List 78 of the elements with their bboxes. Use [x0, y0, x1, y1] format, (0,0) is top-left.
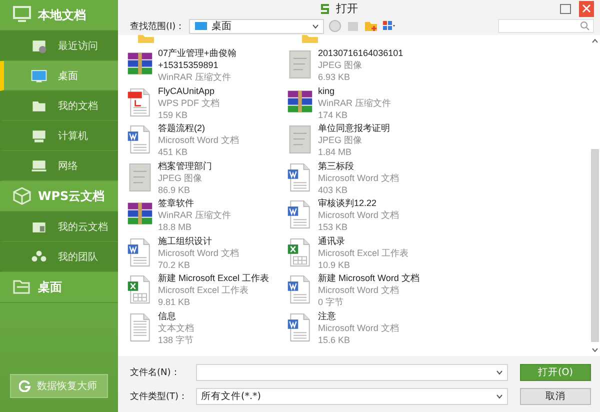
file-name[interactable]: king — [318, 84, 444, 96]
file-name[interactable]: 单位同意报考证明 — [318, 122, 444, 134]
close-button[interactable] — [579, 0, 594, 16]
file-size: 86.9 KB — [158, 184, 192, 196]
dropdown-caret-icon — [312, 24, 319, 28]
sidebar-item[interactable]: 我的团队 — [0, 242, 118, 272]
file-name[interactable]: 新建 Microsoft Excel 工作表 — [158, 272, 284, 284]
file-type: Microsoft Word 文档 — [318, 209, 400, 221]
maximize-button[interactable] — [560, 4, 571, 14]
sidebar-item[interactable]: 我的云文档 — [0, 212, 118, 242]
file-size: 18.8 MB — [158, 221, 193, 233]
dropdown-caret-icon — [496, 370, 503, 374]
file-name[interactable]: 档案管理部门 — [158, 160, 284, 172]
file-type: JPEG 图像 — [158, 172, 204, 184]
file-size: 6.93 KB — [318, 71, 352, 83]
sidebar-item[interactable]: 我的文档 — [0, 91, 118, 121]
file-size: 1.84 MB — [318, 146, 353, 158]
file-type: JPEG 图像 — [318, 59, 364, 71]
file-name[interactable]: 信息 — [158, 310, 284, 322]
window-title: 打开 — [336, 1, 358, 16]
cube-icon — [12, 186, 32, 206]
file-type-dropdown[interactable]: 所有文件(*.*) — [196, 388, 508, 404]
cancel-button[interactable]: 取消 — [520, 388, 591, 404]
file-name[interactable]: 07产业管理+曲俊翰+15315359891 — [158, 47, 284, 71]
file-name[interactable]: 20130716164036101 — [318, 47, 444, 59]
file-type: Microsoft Word 文档 — [318, 322, 400, 334]
file-size: 70.2 KB — [158, 258, 192, 270]
file-name[interactable]: 注意 — [318, 310, 444, 322]
dropdown-caret-icon — [496, 394, 503, 398]
file-name-label: 文件名(N)： — [130, 366, 181, 378]
file-type: Microsoft Word 文档 — [158, 134, 240, 146]
file-name[interactable]: 签章软件 — [158, 197, 284, 209]
file-type: WinRAR 压缩文件 — [158, 71, 232, 83]
file-name[interactable]: 答题流程(2) — [158, 122, 284, 134]
file-type: Microsoft Word 文档 — [318, 172, 400, 184]
look-in-dropdown[interactable]: 桌面 — [188, 18, 324, 34]
file-type: Microsoft Excel 工作表 — [158, 284, 250, 296]
file-size: 10.9 KB — [318, 258, 352, 270]
file-name[interactable]: 施工组织设计 — [158, 234, 284, 246]
file-size: 15.6 KB — [318, 334, 352, 346]
app-logo-icon — [320, 2, 330, 14]
file-type: WinRAR 压缩文件 — [318, 96, 392, 108]
file-size: 9.81 KB — [158, 296, 192, 308]
sidebar-item[interactable]: 计算机 — [0, 121, 118, 151]
file-size: 159 KB — [158, 108, 189, 120]
look-in-label: 查找范围(I)： — [130, 20, 185, 32]
file-name[interactable]: 通讯录 — [318, 234, 444, 246]
desktop-icon — [194, 19, 208, 33]
file-type: Microsoft Word 文档 — [158, 246, 240, 258]
file-type: WPS PDF 文档 — [158, 96, 221, 108]
search-field[interactable] — [498, 19, 594, 33]
file-size: 138 字节 — [158, 334, 195, 346]
search-icon — [580, 21, 590, 31]
file-size: 153 KB — [318, 221, 349, 233]
monitor-icon — [12, 5, 32, 25]
file-size: 451 KB — [158, 146, 189, 158]
view-menu-icon[interactable] — [382, 19, 396, 33]
file-type: Microsoft Word 文档 — [318, 284, 400, 296]
file-type-label: 文件类型(T)： — [130, 390, 189, 402]
scroll-down-icon[interactable] — [592, 347, 598, 353]
recovery-logo-icon — [19, 380, 31, 392]
file-type: WinRAR 压缩文件 — [158, 209, 232, 221]
file-type: JPEG 图像 — [318, 134, 364, 146]
file-name[interactable]: 第三标段 — [318, 160, 444, 172]
file-type: Microsoft Excel 工作表 — [318, 246, 410, 258]
new-folder-icon[interactable] — [364, 19, 378, 33]
sidebar-item[interactable]: 网络 — [0, 151, 118, 181]
file-size: 174 KB — [318, 108, 349, 120]
file-name[interactable]: FlyCAUnitApp — [158, 84, 284, 96]
close-icon — [582, 4, 591, 13]
file-size: 0 字节 — [318, 296, 345, 308]
file-name[interactable]: 新建 Microsoft Word 文档 — [318, 272, 444, 284]
sidebar-item[interactable]: 最近访问 — [0, 31, 118, 61]
file-type: 文本文档 — [158, 322, 195, 334]
file-name[interactable]: 审核谈判12.22 — [318, 197, 444, 209]
scroll-up-icon[interactable] — [592, 38, 598, 44]
file-name-input[interactable] — [196, 364, 508, 380]
file-size: 403 KB — [318, 184, 349, 196]
